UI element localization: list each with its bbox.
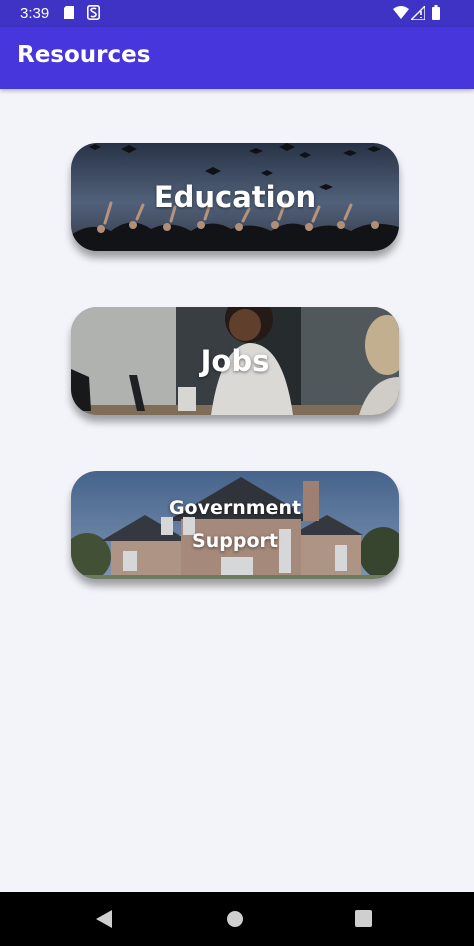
recents-icon[interactable] xyxy=(355,910,372,927)
card-label: Jobs xyxy=(200,344,270,378)
status-time: 3:39 xyxy=(20,5,50,22)
government-support-card[interactable]: Government Support xyxy=(71,471,399,579)
home-icon[interactable] xyxy=(226,910,244,928)
signal-icon xyxy=(411,6,425,20)
status-bar: 3:39 xyxy=(0,0,474,27)
page-title: Resources xyxy=(17,42,151,68)
s-notification-icon xyxy=(87,5,100,20)
sd-card-icon xyxy=(64,6,74,19)
wifi-icon xyxy=(393,6,409,19)
card-label: Government Support xyxy=(168,497,302,552)
battery-icon xyxy=(432,5,440,20)
jobs-card[interactable]: Jobs xyxy=(71,307,399,415)
education-card[interactable]: Education xyxy=(71,143,399,251)
back-icon[interactable] xyxy=(96,910,112,928)
card-label: Education xyxy=(153,180,317,214)
app-bar: Resources xyxy=(0,27,474,89)
